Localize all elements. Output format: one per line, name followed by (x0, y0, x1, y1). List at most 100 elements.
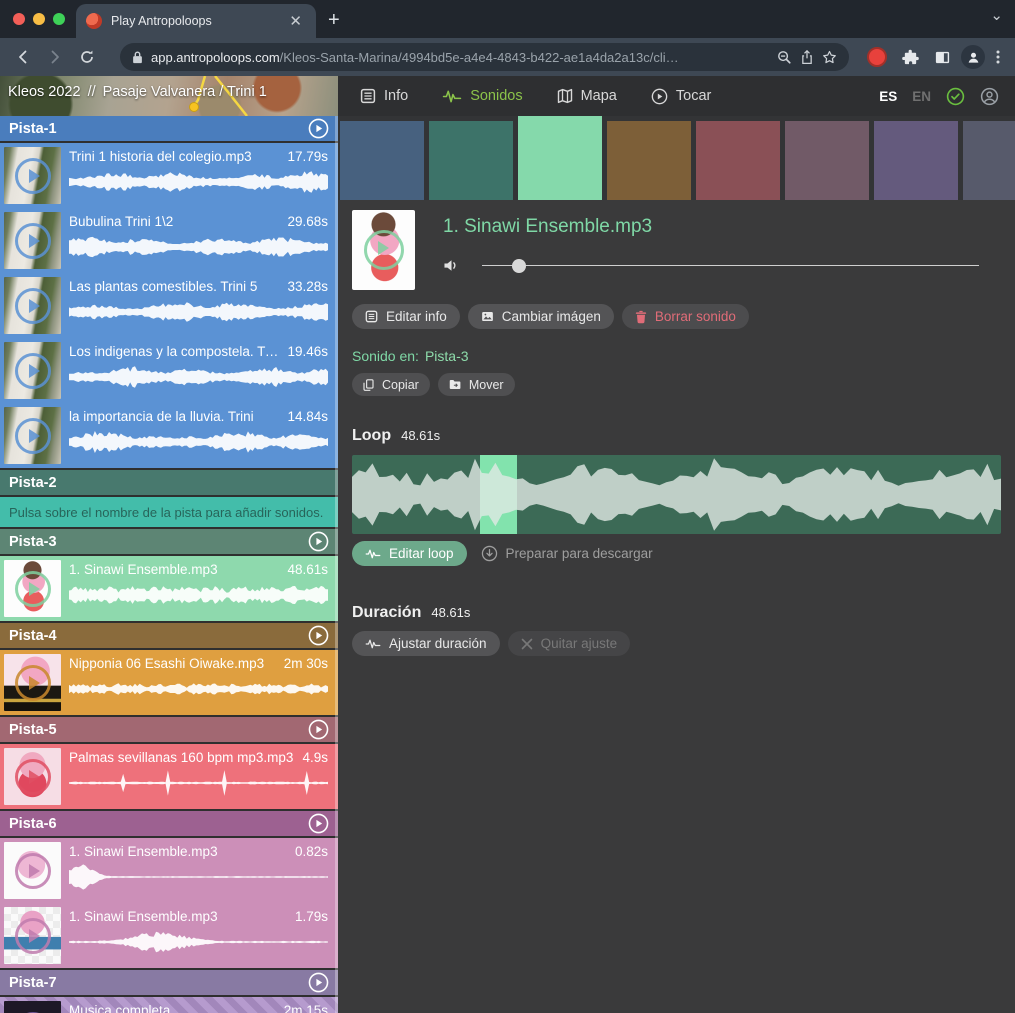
clip-row[interactable]: Musica completa2m 15s (0, 997, 338, 1013)
browser-tab[interactable]: Play Antropoloops ✕ (76, 4, 316, 38)
nav-tab-tocar[interactable]: Tocar (651, 88, 711, 105)
close-window-button[interactable] (13, 13, 25, 25)
browser-menu-icon[interactable] (991, 49, 1005, 65)
clip-play-overlay-icon[interactable] (15, 571, 51, 607)
nav-tab-info[interactable]: Info (360, 88, 408, 104)
track-play-button[interactable] (308, 118, 329, 139)
extensions-puzzle-icon[interactable] (897, 44, 923, 70)
clip-row[interactable]: Bubulina Trini 1\229.68s (0, 208, 338, 273)
track-play-button[interactable] (308, 813, 329, 834)
track-header-pista-1[interactable]: Pista-1 (0, 116, 338, 143)
change-image-button[interactable]: Cambiar imágen (468, 304, 614, 329)
clip-thumbnail[interactable] (4, 342, 61, 399)
tab-search-chevron-icon[interactable]: ⌄ (990, 6, 1003, 24)
track-play-button[interactable] (308, 531, 329, 552)
track-play-button[interactable] (308, 719, 329, 740)
track-color-swatch-7[interactable] (874, 121, 958, 200)
track-color-swatch-1[interactable] (340, 121, 424, 200)
bookmark-star-icon[interactable] (822, 50, 837, 65)
fullscreen-window-button[interactable] (53, 13, 65, 25)
share-icon[interactable] (800, 50, 814, 65)
clip-thumbnail[interactable] (4, 1001, 61, 1013)
lang-en-button[interactable]: EN (912, 89, 931, 104)
track-color-swatch-5[interactable] (696, 121, 780, 200)
clip-thumbnail[interactable] (4, 277, 61, 334)
clip-thumbnail[interactable] (4, 147, 61, 204)
volume-slider[interactable] (482, 259, 979, 273)
clip-play-overlay-icon[interactable] (15, 418, 51, 454)
sound-thumbnail[interactable] (352, 210, 415, 290)
clip-row[interactable]: 1. Sinawi Ensemble.mp348.61s (0, 556, 338, 621)
clip-thumbnail[interactable] (4, 907, 61, 964)
clip-row[interactable]: Palmas sevillanas 160 bpm mp3.mp34.9s (0, 744, 338, 809)
remove-adjust-button[interactable]: Quitar ajuste (508, 631, 631, 656)
track-color-swatch-8[interactable] (963, 121, 1015, 200)
delete-sound-button[interactable]: Borrar sonido (622, 304, 749, 329)
address-bar[interactable]: app.antropoloops.com/Kleos-Santa-Marina/… (120, 43, 849, 71)
reload-button[interactable] (74, 44, 100, 70)
side-panel-icon[interactable] (929, 44, 955, 70)
breadcrumb-path[interactable]: Pasaje Valvanera / Trini 1 (103, 84, 267, 100)
clip-row[interactable]: 1. Sinawi Ensemble.mp30.82s (0, 838, 338, 903)
clip-row[interactable]: 1. Sinawi Ensemble.mp31.79s (0, 903, 338, 968)
minimize-window-button[interactable] (33, 13, 45, 25)
back-button[interactable] (10, 44, 36, 70)
clip-play-overlay-icon[interactable] (15, 223, 51, 259)
clip-thumbnail[interactable] (4, 748, 61, 805)
sidebar-scrollbar[interactable] (335, 116, 338, 1013)
new-tab-button[interactable]: + (328, 10, 340, 30)
clip-thumbnail[interactable] (4, 560, 61, 617)
track-header-pista-2[interactable]: Pista-2 (0, 470, 338, 497)
clip-play-overlay-icon[interactable] (15, 853, 51, 889)
clip-play-overlay-icon[interactable] (15, 158, 51, 194)
nav-tab-mapa[interactable]: Mapa (557, 88, 617, 104)
track-play-button[interactable] (308, 625, 329, 646)
clip-thumbnail[interactable] (4, 212, 61, 269)
copy-button[interactable]: Copiar (352, 373, 430, 396)
move-button[interactable]: Mover (438, 373, 515, 396)
track-header-pista-3[interactable]: Pista-3 (0, 529, 338, 556)
lang-es-button[interactable]: ES (879, 89, 897, 104)
breadcrumb[interactable]: Kleos 2022//Pasaje Valvanera / Trini 1 (8, 84, 267, 100)
clip-row[interactable]: la importancia de la lluvia. Trini14.84s (0, 403, 338, 468)
play-overlay-icon[interactable] (364, 230, 404, 270)
clip-row[interactable]: Trini 1 historia del colegio.mp317.79s (0, 143, 338, 208)
track-header-pista-4[interactable]: Pista-4 (0, 623, 338, 650)
forward-button[interactable] (42, 44, 68, 70)
tab-close-icon[interactable]: ✕ (285, 12, 306, 31)
breadcrumb-project[interactable]: Kleos 2022 (8, 84, 81, 100)
sound-in-track-link[interactable]: Pista-3 (425, 348, 469, 364)
map-header[interactable]: Kleos 2022//Pasaje Valvanera / Trini 1 (0, 76, 338, 116)
zoom-icon[interactable] (777, 50, 792, 65)
clip-thumbnail[interactable] (4, 654, 61, 711)
clip-play-overlay-icon[interactable] (15, 918, 51, 954)
record-extension-icon[interactable] (867, 47, 887, 67)
clip-play-overlay-icon[interactable] (15, 759, 51, 795)
profile-avatar[interactable] (961, 45, 985, 69)
account-icon[interactable] (980, 87, 999, 106)
track-color-swatch-6[interactable] (785, 121, 869, 200)
clip-play-overlay-icon[interactable] (15, 665, 51, 701)
nav-tab-sonidos[interactable]: Sonidos (442, 88, 522, 104)
track-header-pista-7[interactable]: Pista-7 (0, 970, 338, 997)
volume-icon[interactable] (443, 258, 460, 273)
clip-row[interactable]: Nipponia 06 Esashi Oiwake.mp32m 30s (0, 650, 338, 715)
clip-thumbnail[interactable] (4, 842, 61, 899)
loop-waveform[interactable] (352, 455, 1001, 534)
prepare-download-button[interactable]: Preparar para descargar (481, 545, 653, 562)
track-play-button[interactable] (308, 972, 329, 993)
edit-loop-button[interactable]: Editar loop (352, 541, 467, 566)
track-color-swatch-3[interactable] (518, 116, 602, 200)
track-header-pista-6[interactable]: Pista-6 (0, 811, 338, 838)
volume-slider-knob[interactable] (512, 259, 526, 273)
edit-info-button[interactable]: Editar info (352, 304, 460, 329)
clip-play-overlay-icon[interactable] (15, 353, 51, 389)
adjust-duration-button[interactable]: Ajustar duración (352, 631, 500, 656)
track-color-swatch-4[interactable] (607, 121, 691, 200)
clip-row[interactable]: Las plantas comestibles. Trini 533.28s (0, 273, 338, 338)
clip-row[interactable]: Los indigenas y la compostela. Trini19.4… (0, 338, 338, 403)
track-color-swatch-2[interactable] (429, 121, 513, 200)
track-header-pista-5[interactable]: Pista-5 (0, 717, 338, 744)
clip-play-overlay-icon[interactable] (15, 288, 51, 324)
clip-thumbnail[interactable] (4, 407, 61, 464)
